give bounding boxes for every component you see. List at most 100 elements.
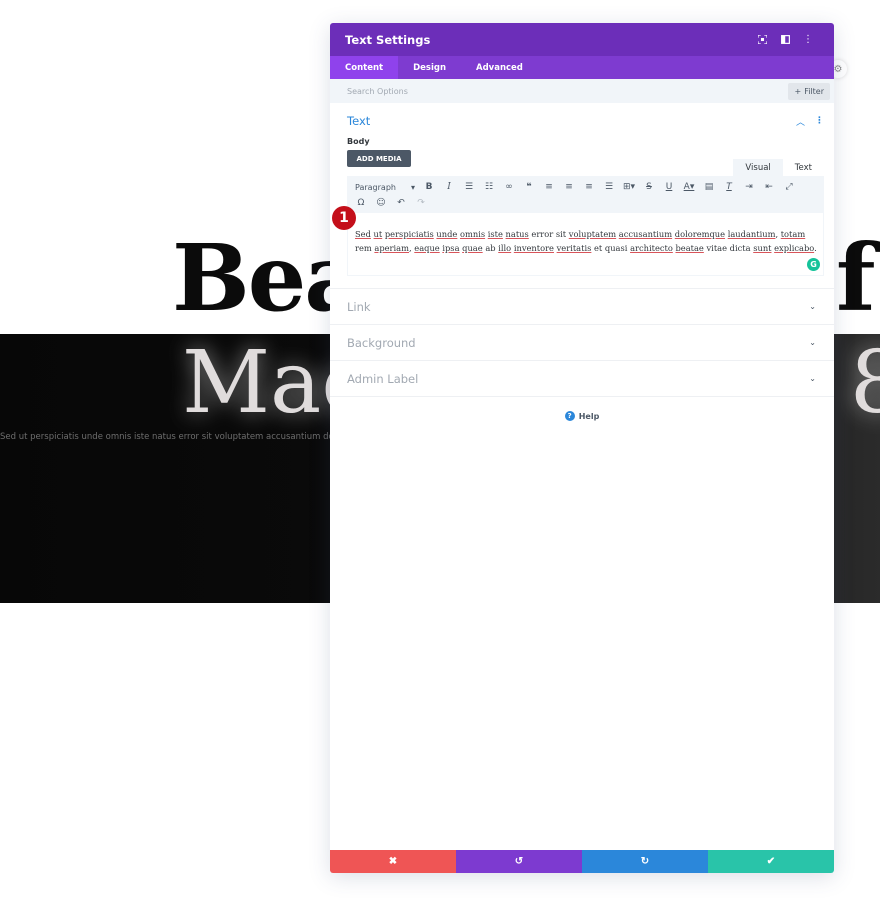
section-background-title: Background (347, 335, 416, 350)
search-options-input[interactable] (347, 86, 789, 96)
section-link[interactable]: Link ⌄ (330, 289, 834, 325)
split-view-icon[interactable] (774, 29, 796, 51)
more-options-icon[interactable]: ⋮ (797, 29, 819, 51)
section-link-title: Link (347, 299, 371, 314)
chevron-down-icon: ⌄ (809, 374, 816, 383)
redo-icon: ↻ (640, 856, 650, 867)
modal-footer: ✖ ↺ ↻ ✔ (330, 850, 834, 873)
editor-word: dicta (729, 243, 751, 253)
cancel-button[interactable]: ✖ (330, 850, 456, 873)
hero-script-heading-right: 8 (850, 334, 880, 433)
fullscreen-icon[interactable]: ⤢ (779, 182, 799, 192)
editor-word: unde (436, 229, 458, 239)
settings-icon: ⚙ (833, 63, 843, 75)
body-label: Body (347, 137, 370, 146)
chevron-down-icon: ⌄ (809, 302, 816, 311)
modal-header: Text Settings ⋮ (330, 23, 834, 56)
section-background[interactable]: Background ⌄ (330, 325, 834, 361)
text-section-header[interactable]: Text ︿ ⋮ (347, 113, 824, 129)
editor-word: voluptatem (568, 229, 617, 239)
format-select-value: Paragraph (355, 182, 396, 192)
text-section: Text ︿ ⋮ Body ADD MEDIA Visual Text Para… (330, 103, 834, 289)
special-character-icon[interactable]: Ω (351, 198, 371, 208)
dropdown-caret-icon: ▾ (410, 182, 415, 192)
editor-word: sit (555, 229, 567, 239)
section-admin-label-title: Admin Label (347, 371, 419, 386)
tab-design[interactable]: Design (398, 56, 461, 79)
strikethrough-icon[interactable]: S (639, 182, 659, 192)
link-icon[interactable]: ∞ (499, 182, 519, 192)
outdent-icon[interactable]: ⇤ (759, 182, 779, 192)
step-number-badge: 1 (332, 206, 356, 230)
filter-button[interactable]: + Filter (788, 82, 830, 100)
hero-body-text: Sed ut perspiciatis unde omnis iste natu… (0, 432, 364, 442)
editor-mode-tabs: Visual Text (733, 159, 824, 176)
redo-icon[interactable]: ↷ (411, 198, 431, 208)
underline-icon[interactable]: U (659, 182, 679, 192)
editor-word: error (531, 229, 554, 239)
align-center-icon[interactable]: ≡ (559, 182, 579, 192)
clear-formatting-icon[interactable]: T (719, 182, 739, 192)
focus-icon[interactable] (751, 29, 773, 51)
editor-word: sunt (753, 243, 772, 253)
editor-word: doloremque (674, 229, 726, 239)
editor-content-area[interactable]: Sed ut perspiciatis unde omnis iste natu… (347, 213, 824, 276)
section-more-icon[interactable]: ⋮ (815, 116, 824, 126)
bullet-list-icon[interactable]: ☰ (459, 182, 479, 192)
plus-icon: + (794, 86, 802, 96)
editor-word: inventore (513, 243, 554, 253)
numbered-list-icon[interactable]: ☷ (479, 182, 499, 192)
text-color-icon[interactable]: A▾ (679, 182, 699, 192)
editor-word: illo (498, 243, 512, 253)
editor-toolbar: Paragraph ▾ B I ☰ ☷ ∞ ❝ ≡ ≡ ≡ ☰ ⊞▾ S U A… (347, 176, 824, 213)
text-settings-modal: Text Settings ⋮ Content Design Advanced … (330, 23, 834, 873)
grammarly-icon[interactable]: G (807, 258, 820, 271)
undo-icon[interactable]: ↶ (391, 198, 411, 208)
tab-advanced[interactable]: Advanced (461, 56, 538, 79)
editor-word: iste (487, 229, 503, 239)
editor-word: aperiam (374, 243, 409, 253)
editor-word: ab (485, 243, 496, 253)
editor-word: laudantium (727, 229, 776, 239)
editor-tab-text[interactable]: Text (782, 159, 824, 176)
add-media-button[interactable]: ADD MEDIA (347, 150, 411, 167)
save-button[interactable]: ✔ (708, 850, 834, 873)
undo-button[interactable]: ↺ (456, 850, 582, 873)
close-icon: ✖ (388, 856, 398, 867)
media-row: ADD MEDIA Visual Text (347, 150, 824, 176)
text-section-title: Text (347, 114, 371, 128)
help-icon: ? (564, 411, 575, 421)
editor-word: accusantium (618, 229, 673, 239)
editor-word: ut (373, 229, 383, 239)
emoji-icon[interactable]: ☺ (371, 198, 391, 208)
editor-text[interactable]: Sed ut perspiciatis unde omnis iste natu… (355, 227, 817, 255)
section-admin-label[interactable]: Admin Label ⌄ (330, 361, 834, 397)
editor-word: natus (505, 229, 529, 239)
editor-word: quae (462, 243, 483, 253)
editor-word: omnis (459, 229, 486, 239)
redo-button[interactable]: ↻ (582, 850, 708, 873)
table-icon[interactable]: ⊞▾ (619, 182, 639, 192)
chevron-up-icon[interactable]: ︿ (796, 115, 805, 128)
editor-word: eaque (414, 243, 440, 253)
editor-word: vitae (706, 243, 728, 253)
justify-icon[interactable]: ☰ (599, 182, 619, 192)
editor-word: quasi (604, 243, 628, 253)
italic-icon[interactable]: I (439, 182, 459, 192)
chevron-down-icon: ⌄ (809, 338, 816, 347)
bold-icon[interactable]: B (419, 182, 439, 192)
paste-text-icon[interactable]: ▤ (699, 182, 719, 192)
search-bar: + Filter (330, 79, 834, 103)
format-select[interactable]: Paragraph ▾ (351, 183, 419, 192)
editor-word: explicabo (774, 243, 815, 253)
editor-tab-visual[interactable]: Visual (733, 159, 783, 176)
tab-content[interactable]: Content (330, 56, 399, 79)
filter-label: Filter (804, 86, 824, 96)
check-icon: ✔ (766, 856, 776, 867)
help-link[interactable]: ? Help (330, 411, 834, 421)
help-label: Help (578, 411, 600, 421)
align-left-icon[interactable]: ≡ (539, 182, 559, 192)
align-right-icon[interactable]: ≡ (579, 182, 599, 192)
indent-icon[interactable]: ⇥ (739, 182, 759, 192)
blockquote-icon[interactable]: ❝ (519, 182, 539, 192)
